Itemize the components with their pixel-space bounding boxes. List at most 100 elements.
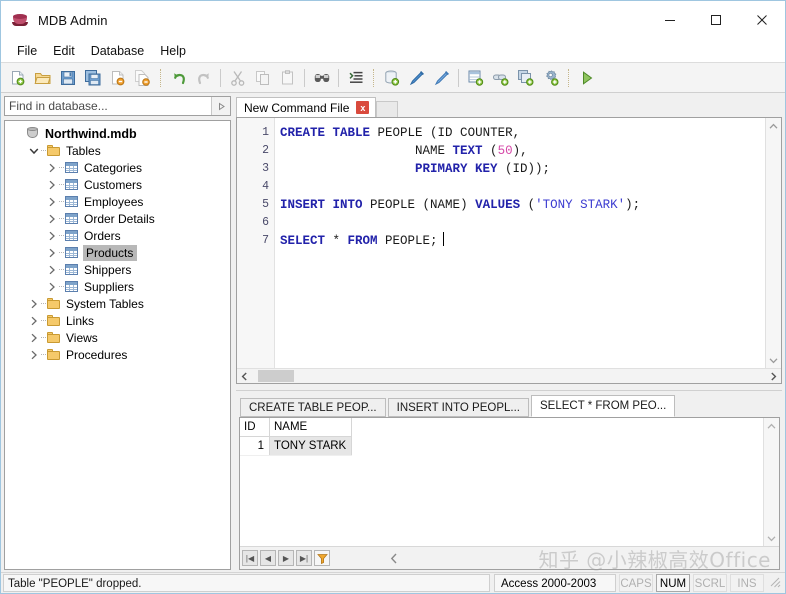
scroll-up-icon[interactable]	[764, 418, 779, 434]
scroll-up-icon[interactable]	[766, 118, 781, 134]
tree-item-employees[interactable]: Employees	[5, 193, 230, 210]
column-header[interactable]: NAME	[270, 418, 352, 437]
maximize-button[interactable]	[693, 1, 739, 39]
tree-item-procedures[interactable]: Procedures	[5, 346, 230, 363]
table-cell[interactable]: 1	[240, 437, 270, 456]
result-table[interactable]: IDNAME 1TONY STARK	[240, 418, 352, 456]
open-file-button[interactable]	[30, 65, 55, 90]
database-format-pane: Access 2000-2003	[494, 574, 616, 592]
result-tab-2[interactable]: SELECT * FROM PEO...	[531, 395, 675, 417]
scroll-track[interactable]	[252, 369, 766, 384]
filter-funnel-icon[interactable]	[314, 550, 330, 566]
grid-scroll-left-icon[interactable]	[390, 547, 398, 569]
chevron-down-icon[interactable]	[27, 142, 41, 159]
new-file-button[interactable]	[5, 65, 30, 90]
new-table-button[interactable]	[463, 65, 488, 90]
sql-code-text[interactable]: CREATE TABLE PEOPLE (ID COUNTER, NAME TE…	[275, 118, 765, 368]
tree-item-shippers[interactable]: Shippers	[5, 261, 230, 278]
tree-item-label: Suppliers	[84, 280, 134, 294]
scroll-down-icon[interactable]	[764, 530, 779, 546]
new-procedure-button[interactable]	[538, 65, 563, 90]
editor-horizontal-scrollbar[interactable]	[237, 368, 781, 383]
code-line[interactable]: NAME TEXT (50),	[280, 142, 765, 160]
result-tab-0[interactable]: CREATE TABLE PEOP...	[240, 398, 386, 417]
result-grid[interactable]: IDNAME 1TONY STARK	[240, 418, 763, 546]
tree-item-northwind-mdb[interactable]: Northwind.mdb	[5, 125, 230, 142]
chevron-right-icon[interactable]	[45, 244, 59, 261]
minimize-button[interactable]	[647, 1, 693, 39]
tree-item-orders[interactable]: Orders	[5, 227, 230, 244]
tree-item-suppliers[interactable]: Suppliers	[5, 278, 230, 295]
scroll-thumb[interactable]	[258, 370, 294, 382]
scroll-right-icon[interactable]	[766, 369, 781, 384]
menu-help[interactable]: Help	[152, 41, 194, 61]
tree-item-links[interactable]: Links	[5, 312, 230, 329]
table-icon	[64, 279, 80, 295]
connect-button[interactable]	[404, 65, 429, 90]
execute-button[interactable]	[574, 65, 599, 90]
code-line[interactable]	[280, 178, 765, 196]
undo-button[interactable]	[166, 65, 191, 90]
new-database-button[interactable]	[379, 65, 404, 90]
save-file-button[interactable]	[55, 65, 80, 90]
database-tree[interactable]: Northwind.mdbTables CategoriesCustomersEm…	[4, 120, 231, 570]
chevron-right-icon[interactable]	[45, 227, 59, 244]
table-row[interactable]: 1TONY STARK	[240, 437, 352, 456]
chevron-right-icon[interactable]	[45, 261, 59, 278]
grid-vertical-scrollbar[interactable]	[763, 418, 779, 546]
close-button[interactable]	[739, 1, 785, 39]
chevron-right-icon[interactable]	[27, 312, 41, 329]
code-line[interactable]: SELECT * FROM PEOPLE;	[280, 232, 765, 250]
sql-code-area[interactable]: 1234567 CREATE TABLE PEOPLE (ID COUNTER,…	[237, 118, 765, 368]
new-link-button[interactable]	[488, 65, 513, 90]
menu-edit[interactable]: Edit	[45, 41, 83, 61]
code-line[interactable]: CREATE TABLE PEOPLE (ID COUNTER,	[280, 124, 765, 142]
scroll-track[interactable]	[764, 434, 779, 530]
tree-item-products[interactable]: Products	[5, 244, 230, 261]
save-all-button[interactable]	[80, 65, 105, 90]
chevron-right-icon[interactable]	[45, 210, 59, 227]
scroll-left-icon[interactable]	[237, 369, 252, 384]
chevron-right-icon[interactable]	[45, 176, 59, 193]
tree-item-tables[interactable]: Tables	[5, 142, 230, 159]
last-record-button[interactable]: ▶|	[296, 550, 312, 566]
column-header[interactable]: ID	[240, 418, 270, 437]
chevron-right-icon[interactable]	[27, 346, 41, 363]
table-cell[interactable]: TONY STARK	[270, 437, 352, 456]
close-file-button[interactable]	[105, 65, 130, 90]
tree-item-views[interactable]: Views	[5, 329, 230, 346]
code-line[interactable]	[280, 214, 765, 232]
tree-item-system-tables[interactable]: System Tables	[5, 295, 230, 312]
result-tab-strip: CREATE TABLE PEOP...INSERT INTO PEOPL...…	[236, 395, 782, 417]
scroll-down-icon[interactable]	[766, 352, 781, 368]
chevron-right-icon[interactable]	[45, 278, 59, 295]
find-button[interactable]	[309, 65, 334, 90]
menu-file[interactable]: File	[9, 41, 45, 61]
search-go-button[interactable]	[211, 97, 230, 115]
scroll-track[interactable]	[766, 134, 781, 352]
tree-item-customers[interactable]: Customers	[5, 176, 230, 193]
format-sql-button[interactable]	[343, 65, 368, 90]
chevron-right-icon[interactable]	[45, 159, 59, 176]
editor-tab-new-command-file[interactable]: New Command File x	[236, 97, 376, 117]
editor-vertical-scrollbar[interactable]	[765, 118, 781, 368]
next-record-button[interactable]: ▶	[278, 550, 294, 566]
resize-grip[interactable]	[769, 576, 783, 590]
disconnect-button[interactable]	[429, 65, 454, 90]
chevron-right-icon[interactable]	[45, 193, 59, 210]
tree-item-label: Categories	[84, 161, 142, 175]
close-all-button[interactable]	[130, 65, 155, 90]
close-icon[interactable]: x	[356, 101, 369, 114]
new-view-button[interactable]	[513, 65, 538, 90]
chevron-right-icon[interactable]	[27, 329, 41, 346]
code-line[interactable]: PRIMARY KEY (ID));	[280, 160, 765, 178]
previous-record-button[interactable]: ◀	[260, 550, 276, 566]
code-line[interactable]: INSERT INTO PEOPLE (NAME) VALUES ('TONY …	[280, 196, 765, 214]
tree-item-order-details[interactable]: Order Details	[5, 210, 230, 227]
result-tab-1[interactable]: INSERT INTO PEOPL...	[388, 398, 529, 417]
chevron-right-icon[interactable]	[27, 295, 41, 312]
tree-item-categories[interactable]: Categories	[5, 159, 230, 176]
first-record-button[interactable]: |◀	[242, 550, 258, 566]
search-input[interactable]	[5, 98, 211, 115]
menu-database[interactable]: Database	[83, 41, 153, 61]
